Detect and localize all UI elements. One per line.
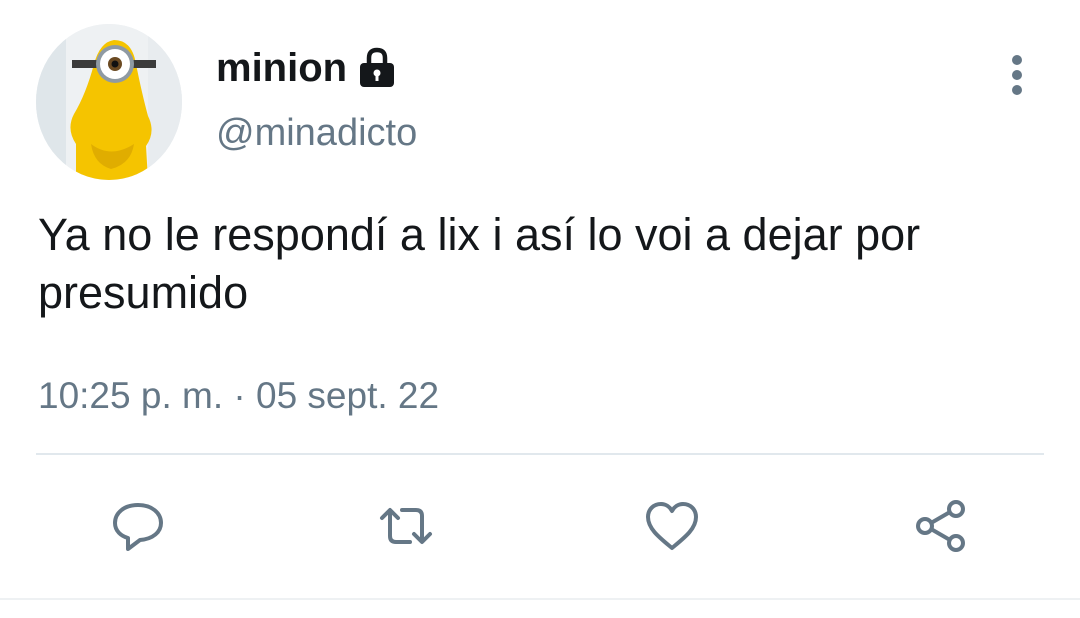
share-button[interactable] [910,496,970,556]
retweet-icon [380,508,432,544]
heart-icon [646,502,698,550]
share-icon [916,500,965,552]
reply-button[interactable] [108,496,168,556]
bottom-divider [0,598,1080,600]
display-name[interactable]: minion [216,40,347,96]
tweet-text: Ya no le respondí a lix i así lo voi a d… [38,209,921,318]
like-button[interactable] [642,496,702,556]
avatar[interactable] [36,24,182,180]
divider [36,453,1044,455]
more-vertical-icon [1012,55,1022,95]
timestamp[interactable]: 10:25 p. m. · 05 sept. 22 [38,372,439,420]
reply-icon [113,503,163,551]
display-name-row[interactable]: minion [216,40,397,96]
lock-icon [357,47,397,89]
retweet-button[interactable] [376,496,436,556]
more-options-button[interactable] [996,52,1038,98]
handle[interactable]: @minadicto [216,108,417,158]
